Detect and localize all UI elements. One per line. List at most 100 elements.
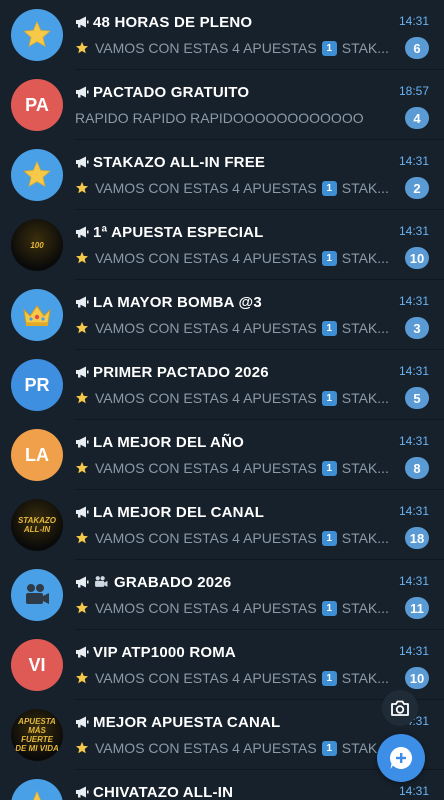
- chat-preview-text: VAMOS CON ESTAS 4 APUESTAS: [95, 390, 317, 406]
- chat-row[interactable]: 48 HORAS DE PLENO 14:31 VAMOS CON ESTAS 4 …: [0, 0, 444, 70]
- chat-preview-tail: STAK...: [341, 530, 389, 546]
- chat-title: 1ª APUESTA ESPECIAL: [75, 222, 394, 242]
- new-message-icon: [390, 746, 413, 769]
- chat-title-text: STAKAZO ALL-IN FREE: [93, 153, 266, 171]
- chat-time: 14:31: [398, 504, 429, 518]
- avatar: LA: [11, 429, 63, 481]
- keycap-icon: 1: [321, 390, 337, 406]
- unread-badge: 10: [405, 667, 429, 689]
- avatar: VI: [11, 639, 63, 691]
- chat-preview-text: VAMOS CON ESTAS 4 APUESTAS: [95, 460, 317, 476]
- chat-row[interactable]: CHIVATAZO ALL-IN 14:31: [0, 770, 444, 800]
- chat-title-text: PACTADO GRATUITO: [93, 83, 250, 101]
- chat-list: 48 HORAS DE PLENO 14:31 VAMOS CON ESTAS 4 …: [0, 0, 444, 800]
- chat-preview: VAMOS CON ESTAS 4 APUESTAS 1 STAK...: [75, 318, 396, 338]
- chat-time: 14:31: [398, 294, 429, 308]
- camera-button[interactable]: [382, 690, 418, 726]
- chat-title: 48 HORAS DE PLENO: [75, 12, 394, 32]
- keycap-icon: 1: [321, 740, 337, 756]
- chat-preview-text: VAMOS CON ESTAS 4 APUESTAS: [95, 530, 317, 546]
- keycap-icon: 1: [321, 600, 337, 616]
- avatar: [11, 569, 63, 621]
- keycap-icon: 1: [321, 670, 337, 686]
- chat-time: 14:31: [398, 14, 429, 28]
- movie-camera-icon: [95, 576, 108, 587]
- chat-time: 14:31: [398, 434, 429, 448]
- chat-title: GRABADO 2026: [75, 572, 394, 592]
- avatar: 100: [11, 219, 63, 271]
- chat-title-text: LA MAYOR BOMBA @3: [93, 293, 262, 311]
- new-message-button[interactable]: [377, 734, 425, 782]
- chat-preview: VAMOS CON ESTAS 4 APUESTAS 1 STAK...: [75, 178, 396, 198]
- megaphone-icon: [76, 366, 89, 378]
- unread-badge: 11: [405, 597, 429, 619]
- chat-preview-text: VAMOS CON ESTAS 4 APUESTAS: [95, 670, 317, 686]
- chat-title-text: MEJOR APUESTA CANAL: [93, 713, 281, 731]
- unread-badge: 4: [405, 107, 429, 129]
- keycap-icon: 1: [321, 250, 337, 266]
- chat-preview-text: VAMOS CON ESTAS 4 APUESTAS: [95, 320, 317, 336]
- chat-preview-tail: STAK...: [341, 320, 389, 336]
- chat-preview: VAMOS CON ESTAS 4 APUESTAS 1 STAK...: [75, 668, 396, 688]
- megaphone-icon: [76, 506, 89, 518]
- chat-title: MEJOR APUESTA CANAL: [75, 712, 394, 732]
- chat-preview: VAMOS CON ESTAS 4 APUESTAS 1 STAK...: [75, 598, 396, 618]
- unread-badge: 18: [405, 527, 429, 549]
- megaphone-icon: [76, 646, 89, 658]
- chat-time: 14:31: [398, 574, 429, 588]
- unread-badge: 3: [405, 317, 429, 339]
- chat-preview-text: VAMOS CON ESTAS 4 APUESTAS: [95, 250, 317, 266]
- keycap-icon: 1: [321, 40, 337, 56]
- megaphone-icon: [76, 296, 89, 308]
- chat-preview-tail: STAK: [341, 740, 378, 756]
- chat-preview: VAMOS CON ESTAS 4 APUESTAS 1 STAK...: [75, 528, 396, 548]
- keycap-icon: 1: [321, 180, 337, 196]
- star-icon: [75, 251, 89, 264]
- chat-time: 14:31: [398, 784, 429, 798]
- chat-row[interactable]: 100 1ª APUESTA ESPECIAL 14:31 VAMOS CON EST…: [0, 210, 444, 280]
- avatar: PA: [11, 79, 63, 131]
- avatar: [11, 9, 63, 61]
- channel-logo: APUESTA MÁS FUERTE DE MI VIDA: [11, 709, 63, 761]
- star-icon: [75, 391, 89, 404]
- unread-badge: 8: [405, 457, 429, 479]
- chat-title-text: LA MEJOR DEL AÑO: [93, 433, 244, 451]
- chat-preview-tail: STAK...: [341, 250, 389, 266]
- camera-icon: [391, 700, 409, 716]
- chat-title: STAKAZO ALL-IN FREE: [75, 152, 394, 172]
- megaphone-icon: [76, 436, 89, 448]
- chat-title: VIP ATP1000 ROMA: [75, 642, 394, 662]
- megaphone-icon: [76, 16, 89, 28]
- chat-row[interactable]: STAKAZO ALL-IN FREE 14:31 VAMOS CON ESTAS …: [0, 140, 444, 210]
- channel-logo: STAKAZO ALL-IN: [11, 499, 63, 551]
- unread-badge: 5: [405, 387, 429, 409]
- star-icon: [75, 41, 89, 54]
- chat-preview: VAMOS CON ESTAS 4 APUESTAS 1 STAK...: [75, 38, 396, 58]
- megaphone-icon: [76, 786, 89, 798]
- chat-row[interactable]: PR PRIMER PACTADO 2026 14:31 VAMOS CON ESTA…: [0, 350, 444, 420]
- avatar-initials: VI: [28, 654, 46, 675]
- megaphone-icon: [76, 716, 89, 728]
- chat-row[interactable]: PA PACTADO GRATUITO 18:57 RAPIDO RAPIDO RAP…: [0, 70, 444, 140]
- unread-badge: 10: [405, 247, 429, 269]
- chat-row[interactable]: LA MAYOR BOMBA @3 14:31 VAMOS CON ESTAS 4 …: [0, 280, 444, 350]
- chat-title-text: PRIMER PACTADO 2026: [93, 363, 269, 381]
- star-icon: [23, 20, 51, 48]
- channel-logo: 100: [11, 219, 63, 271]
- unread-badge: 6: [405, 37, 429, 59]
- chat-title-text: 48 HORAS DE PLENO: [93, 13, 253, 31]
- star-icon: [75, 601, 89, 614]
- chat-row[interactable]: VI VIP ATP1000 ROMA 14:31 VAMOS CON ESTAS 4…: [0, 630, 444, 700]
- chat-preview: RAPIDO RAPIDO RAPIDOOOOOOOOOOOO: [75, 108, 396, 128]
- chat-preview-text: VAMOS CON ESTAS 4 APUESTAS: [95, 40, 317, 56]
- chat-preview-text: VAMOS CON ESTAS 4 APUESTAS: [95, 600, 317, 616]
- chat-title: LA MEJOR DEL CANAL: [75, 502, 394, 522]
- chat-row[interactable]: GRABADO 2026 14:31 VAMOS CON ESTAS 4 APUES…: [0, 560, 444, 630]
- star-icon: [75, 741, 89, 754]
- megaphone-icon: [76, 156, 89, 168]
- avatar-initials: PR: [24, 374, 50, 395]
- chat-row[interactable]: LA LA MEJOR DEL AÑO 14:31 VAMOS CON ESTAS 4…: [0, 420, 444, 490]
- star-icon: [75, 461, 89, 474]
- chat-preview: VAMOS CON ESTAS 4 APUESTAS 1 STAK...: [75, 458, 396, 478]
- chat-row[interactable]: STAKAZO ALL-IN LA MEJOR DEL CANAL 14:31 VAM…: [0, 490, 444, 560]
